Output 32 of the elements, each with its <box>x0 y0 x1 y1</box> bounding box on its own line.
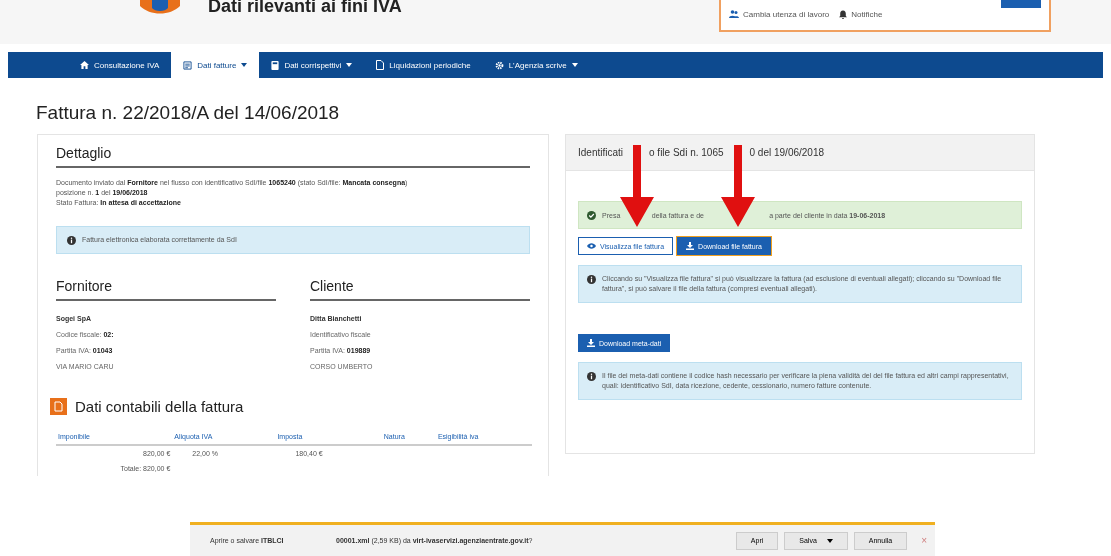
header-link[interactable]: Cambia utenza di lavoro <box>729 9 830 19</box>
info-icon <box>67 235 76 245</box>
info-icon <box>587 372 596 381</box>
download-icon <box>587 339 595 347</box>
nav-tab[interactable]: Liquidazioni periodiche <box>364 52 483 78</box>
section-title: Dati contabili della fattura <box>75 398 244 415</box>
header-text: o file Sdi n. 1065 <box>649 147 724 158</box>
page-title: Fattura n. 22/2018/A del 14/06/2018 <box>36 102 341 124</box>
section-title: Fornitore <box>56 268 276 301</box>
nav-tab[interactable]: Consultazione IVA <box>68 52 172 78</box>
section-title: Dettaglio <box>56 135 530 168</box>
bell-icon <box>839 9 848 19</box>
download-icon <box>686 242 695 250</box>
info-icon <box>587 275 596 284</box>
eye-icon <box>587 243 596 249</box>
nav-tab[interactable]: Dati fatture <box>171 52 260 78</box>
check-circle-icon <box>587 210 596 220</box>
header-text: 0 del 19/06/2018 <box>749 147 825 158</box>
logo-icon <box>140 0 180 16</box>
section-title: Cliente <box>310 268 530 301</box>
users-icon <box>729 10 739 18</box>
nav-tab[interactable]: Dati corrispettivi <box>259 52 365 78</box>
file-icon <box>376 60 385 70</box>
home-icon <box>80 61 89 69</box>
header-link[interactable]: Notifiche <box>839 9 883 19</box>
calculator-icon <box>271 60 280 70</box>
header-button[interactable] <box>1001 0 1041 8</box>
document-icon <box>50 398 67 415</box>
document-icon <box>183 60 193 70</box>
header-text: Identificati <box>578 147 624 158</box>
gear-icon <box>494 60 504 70</box>
nav-tab[interactable]: L'Agenzia scrive <box>482 52 590 78</box>
